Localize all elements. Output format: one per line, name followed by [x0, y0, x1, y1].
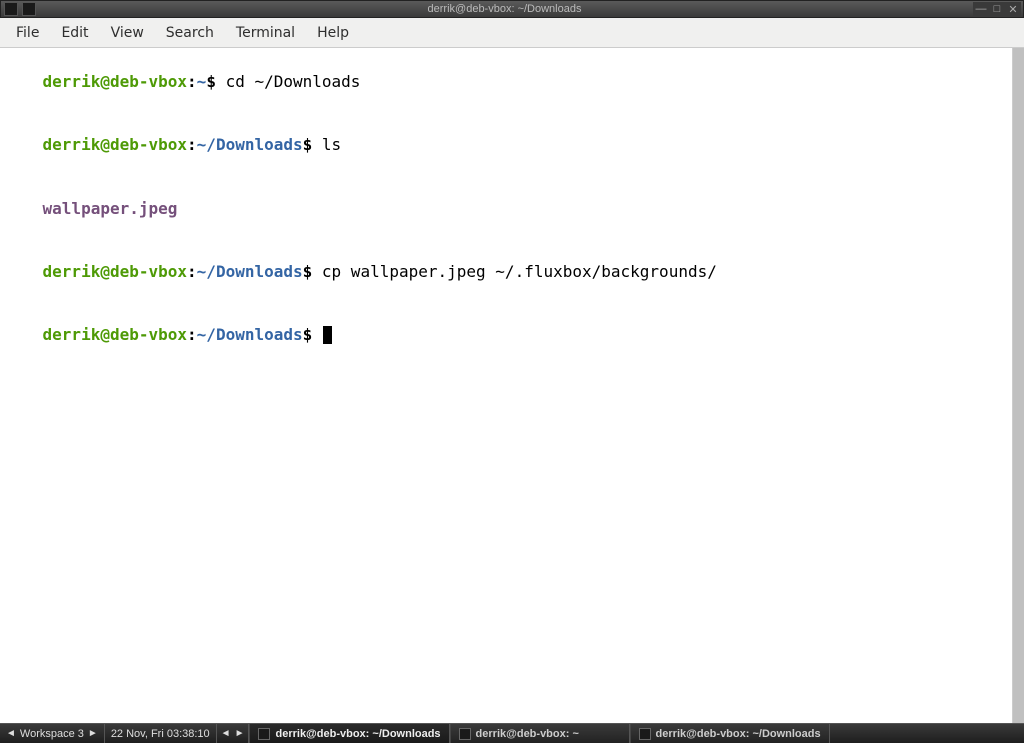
- command-text: ls: [322, 135, 341, 154]
- menu-help[interactable]: Help: [307, 22, 359, 44]
- terminal-app-icon: [22, 2, 36, 16]
- workspace-label: Workspace 3: [20, 728, 84, 740]
- window-title: derrik@deb-vbox: ~/Downloads: [36, 3, 973, 15]
- menubar: File Edit View Search Terminal Help: [0, 18, 1024, 48]
- task-label: derrik@deb-vbox: ~: [476, 728, 579, 740]
- prompt-path: ~/Downloads: [197, 262, 303, 281]
- scrollbar-thumb[interactable]: [1013, 48, 1024, 723]
- terminal-line: derrik@deb-vbox:~/Downloads$ ls: [4, 113, 1020, 176]
- terminal-line: derrik@deb-vbox:~$ cd ~/Downloads: [4, 50, 1020, 113]
- prompt-path: ~/Downloads: [197, 325, 303, 344]
- minimize-button[interactable]: —: [973, 2, 989, 16]
- task-label: derrik@deb-vbox: ~/Downloads: [656, 728, 821, 740]
- task-item[interactable]: derrik@deb-vbox: ~/Downloads: [630, 724, 830, 743]
- prompt-user-host: derrik@deb-vbox: [43, 72, 188, 91]
- prompt-user-host: derrik@deb-vbox: [43, 135, 188, 154]
- task-item[interactable]: derrik@deb-vbox: ~/Downloads: [249, 724, 449, 743]
- command-text: cp wallpaper.jpeg ~/.fluxbox/backgrounds…: [322, 262, 717, 281]
- menu-terminal[interactable]: Terminal: [226, 22, 305, 44]
- prompt-user-host: derrik@deb-vbox: [43, 262, 188, 281]
- terminal-icon: [258, 728, 270, 740]
- close-button[interactable]: ✕: [1005, 2, 1021, 16]
- window-menu-icon[interactable]: [4, 2, 18, 16]
- taskbar: ◄ Workspace 3 ► 22 Nov, Fri 03:38:10 ◄ ►…: [0, 723, 1024, 743]
- menu-view[interactable]: View: [101, 22, 154, 44]
- workspace-switcher[interactable]: ◄ Workspace 3 ►: [0, 724, 105, 743]
- task-item[interactable]: derrik@deb-vbox: ~: [450, 724, 630, 743]
- task-label: derrik@deb-vbox: ~/Downloads: [275, 728, 440, 740]
- menu-search[interactable]: Search: [156, 22, 224, 44]
- taskbar-nav: ◄ ►: [217, 724, 250, 743]
- terminal-area[interactable]: derrik@deb-vbox:~$ cd ~/Downloads derrik…: [0, 48, 1024, 723]
- prompt-path: ~: [197, 72, 207, 91]
- terminal-icon: [639, 728, 651, 740]
- workspace-prev-icon[interactable]: ◄: [6, 728, 16, 739]
- task-next-icon[interactable]: ►: [235, 728, 245, 739]
- text-cursor: [323, 326, 332, 344]
- menu-edit[interactable]: Edit: [51, 22, 98, 44]
- terminal-line: derrik@deb-vbox:~/Downloads$: [4, 303, 1020, 366]
- ls-output-file: wallpaper.jpeg: [43, 199, 178, 218]
- taskbar-clock[interactable]: 22 Nov, Fri 03:38:10: [105, 724, 217, 743]
- command-text: cd ~/Downloads: [226, 72, 361, 91]
- prompt-user-host: derrik@deb-vbox: [43, 325, 188, 344]
- prompt-path: ~/Downloads: [197, 135, 303, 154]
- maximize-button[interactable]: □: [989, 2, 1005, 16]
- workspace-next-icon[interactable]: ►: [88, 728, 98, 739]
- terminal-line: derrik@deb-vbox:~/Downloads$ cp wallpape…: [4, 240, 1020, 303]
- vertical-scrollbar[interactable]: [1012, 48, 1024, 723]
- task-prev-icon[interactable]: ◄: [221, 728, 231, 739]
- menu-file[interactable]: File: [6, 22, 49, 44]
- terminal-icon: [459, 728, 471, 740]
- window-titlebar: derrik@deb-vbox: ~/Downloads — □ ✕: [0, 0, 1024, 18]
- clock-text: 22 Nov, Fri 03:38:10: [111, 728, 210, 740]
- terminal-line: wallpaper.jpeg: [4, 177, 1020, 240]
